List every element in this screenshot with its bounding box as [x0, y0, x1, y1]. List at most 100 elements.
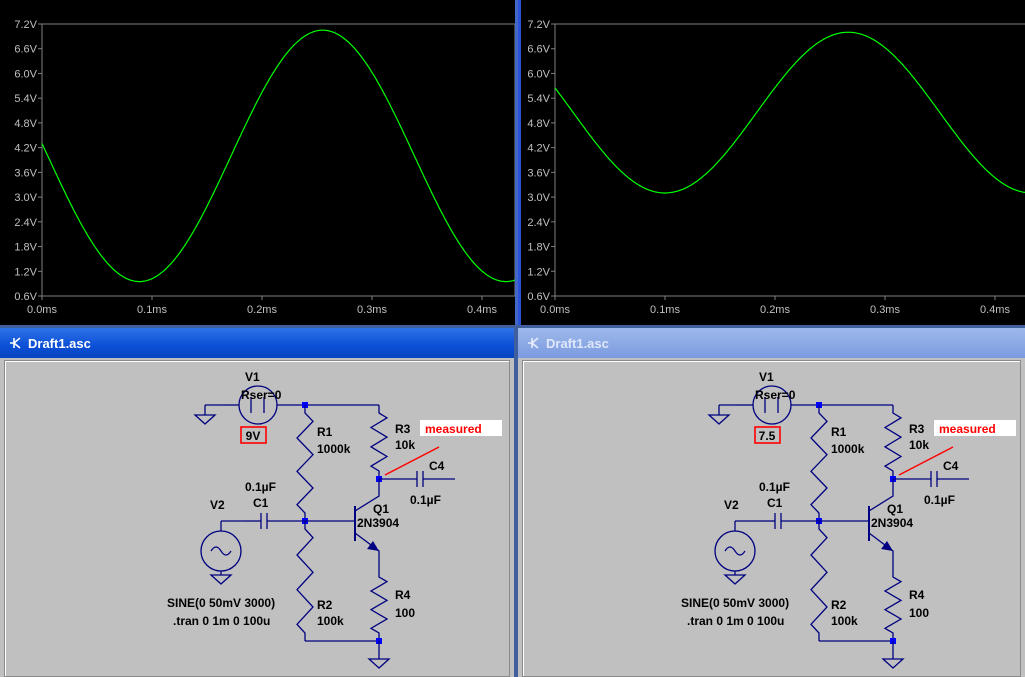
waveform-pane-left[interactable]: 7.2V 6.6V 6.0V 5.4V 4.8V 4.2V 3.6V 3.0V 2.4V 1.8V…: [0, 0, 518, 325]
schematic-canvas[interactable]: V1 Rser=0 9V R1 1000k R3 10k measured C4 0.1µF Q1 2…: [4, 360, 510, 677]
v2-sine-glyph: [724, 546, 746, 556]
x-tick-label: 0.2ms: [247, 304, 277, 316]
y-tick-label: 6.6V: [14, 44, 37, 56]
r3-value: 10k: [909, 438, 929, 452]
y-tick-label: 2.4V: [14, 217, 37, 229]
y-tick-label: 1.8V: [527, 242, 550, 254]
r1-resistor[interactable]: [810, 405, 828, 521]
y-tick-label: 6.0V: [14, 68, 37, 80]
measured-label: measured: [939, 422, 996, 436]
c1-value: 0.1µF: [245, 480, 276, 494]
r2-value: 100k: [831, 614, 858, 628]
y-tick-label: 6.6V: [527, 44, 550, 56]
r3-resistor[interactable]: [369, 405, 389, 479]
schematic-group: V1 Rser=0 7.5 R1 1000k R3 10k measured C4 0.1µF Q1…: [681, 370, 1016, 669]
r1-label: R1: [317, 425, 333, 439]
x-tick-label: 0.4ms: [980, 304, 1010, 316]
schematic-drawing[interactable]: V1 Rser=0 7.5 R1 1000k R3 10k measured C4 0.1µF Q1…: [523, 361, 1020, 676]
r1-value: 1000k: [317, 442, 351, 456]
x-tick-label: 0.4ms: [467, 304, 497, 316]
schematic-group: V1 Rser=0 9V R1 1000k R3 10k measured C4 0.1µF Q12…: [167, 370, 502, 669]
r3-resistor[interactable]: [883, 405, 903, 479]
y-tick-label: 2.4V: [527, 217, 550, 229]
q1-label: Q1: [373, 502, 389, 516]
waveform-plot-left[interactable]: 7.2V 6.6V 6.0V 5.4V 4.8V 4.2V 3.6V 3.0V 2.4V 1.8V…: [0, 0, 515, 325]
schematic-drawing[interactable]: V1 Rser=0 9V R1 1000k R3 10k measured C4 0.1µF Q12…: [5, 361, 509, 676]
ground-symbol: [723, 574, 747, 585]
c4-label: C4: [943, 459, 959, 473]
x-tick-label: 0.1ms: [137, 304, 167, 316]
v1-value: 7.5: [759, 429, 776, 443]
y-tick-label: 5.4V: [14, 93, 37, 105]
window-title: Draft1.asc: [28, 335, 91, 351]
y-tick-label: 4.2V: [527, 143, 550, 155]
tran-directive: .tran 0 1m 0 100u: [173, 614, 270, 628]
schematic-icon: [10, 337, 21, 349]
window-title: Draft1.asc: [546, 335, 609, 351]
r2-value: 100k: [317, 614, 344, 628]
schematic-window-right[interactable]: Draft1.asc V1 Rser=0 7.5 R1 1000k R3 10k measur…: [518, 328, 1025, 677]
y-tick-label: 0.6V: [527, 291, 550, 303]
y-tick-label: 4.8V: [527, 118, 550, 130]
y-tick-label: 3.6V: [527, 167, 550, 179]
x-tick-label: 0.3ms: [870, 304, 900, 316]
voltage-trace[interactable]: [41, 29, 515, 283]
v2-label: V2: [210, 498, 225, 512]
y-tick-label: 1.8V: [14, 242, 37, 254]
c4-value: 0.1µF: [924, 493, 955, 507]
c4-label: C4: [429, 459, 445, 473]
y-tick-label: 7.2V: [527, 19, 550, 31]
r4-resistor[interactable]: [883, 569, 903, 641]
r1-resistor[interactable]: [296, 405, 314, 521]
v1-rser-label: Rser=0: [241, 388, 282, 402]
r4-label: R4: [909, 588, 925, 602]
tran-directive: .tran 0 1m 0 100u: [687, 614, 784, 628]
y-tick-label: 5.4V: [527, 93, 550, 105]
r2-resistor[interactable]: [810, 521, 828, 641]
voltage-trace[interactable]: [554, 31, 1025, 194]
waveform-plot-right[interactable]: 7.2V 6.6V 6.0V 5.4V 4.8V 4.2V 3.6V 3.0V 2.4V 1.8V…: [521, 0, 1025, 325]
c1-label: C1: [253, 496, 269, 510]
q1-model: 2N3904: [871, 516, 913, 530]
y-tick-label: 0.6V: [14, 291, 37, 303]
r1-value: 1000k: [831, 442, 865, 456]
r2-resistor[interactable]: [296, 521, 314, 641]
measured-label: measured: [425, 422, 482, 436]
v1-label: V1: [245, 370, 260, 384]
c1-label: C1: [767, 496, 783, 510]
ground-symbol: [209, 574, 233, 585]
schematic-canvas[interactable]: V1 Rser=0 7.5 R1 1000k R3 10k measured C4 0.1µF Q1…: [522, 360, 1021, 677]
y-tick-label: 4.2V: [14, 143, 37, 155]
y-tick-label: 3.0V: [527, 192, 550, 204]
window-titlebar[interactable]: Draft1.asc: [0, 328, 514, 358]
x-tick-label: 0.1ms: [650, 304, 680, 316]
y-tick-label: 1.2V: [527, 266, 550, 278]
r3-label: R3: [909, 422, 925, 436]
q1-label: Q1: [887, 502, 903, 516]
v2-sine-glyph: [210, 546, 232, 556]
r4-resistor[interactable]: [369, 569, 389, 641]
v1-rser-label: Rser=0: [755, 388, 796, 402]
x-tick-label: 0.0ms: [540, 304, 570, 316]
ground-symbol: [367, 658, 391, 669]
v1-label: V1: [759, 370, 774, 384]
y-tick-label: 3.6V: [14, 167, 37, 179]
r3-value: 10k: [395, 438, 415, 452]
r2-label: R2: [317, 598, 333, 612]
schematic-icon: [528, 337, 539, 349]
r1-label: R1: [831, 425, 847, 439]
sine-directive: SINE(0 50mV 3000): [167, 596, 275, 610]
window-titlebar[interactable]: Draft1.asc: [518, 328, 1025, 358]
q1-model: 2N3904: [357, 516, 399, 530]
r3-label: R3: [395, 422, 411, 436]
v1-value: 9V: [246, 429, 261, 443]
y-tick-label: 7.2V: [14, 19, 37, 31]
r4-value: 100: [909, 606, 929, 620]
c4-value: 0.1µF: [410, 493, 441, 507]
c1-value: 0.1µF: [759, 480, 790, 494]
r4-label: R4: [395, 588, 411, 602]
waveform-pane-right[interactable]: 7.2V 6.6V 6.0V 5.4V 4.8V 4.2V 3.6V 3.0V 2.4V 1.8V…: [518, 0, 1025, 325]
y-tick-label: 4.8V: [14, 118, 37, 130]
sine-directive: SINE(0 50mV 3000): [681, 596, 789, 610]
schematic-window-left[interactable]: Draft1.asc V1 Rser=0 9V R1 1000k R3 10k measure…: [0, 328, 514, 677]
